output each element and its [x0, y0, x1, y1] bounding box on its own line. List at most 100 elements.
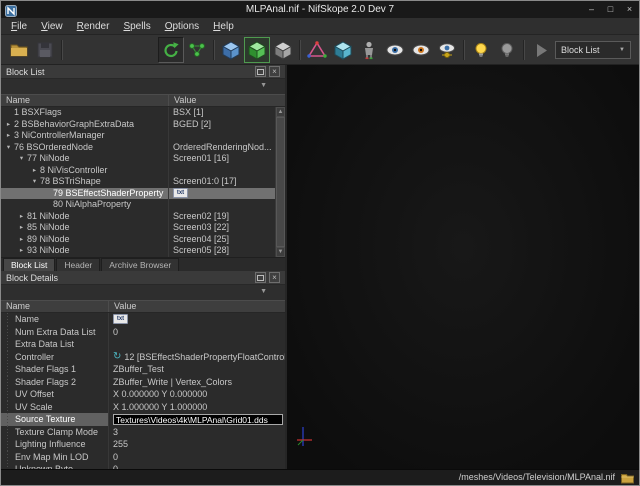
- detail-value-cell[interactable]: 0: [109, 326, 285, 339]
- block-list-row[interactable]: 80 NiAlphaProperty: [1, 199, 285, 211]
- detail-value-cell[interactable]: ZBuffer_Write | Vertex_Colors: [109, 376, 285, 389]
- 3d-viewport[interactable]: [287, 65, 639, 469]
- cube-green-view-icon[interactable]: [244, 37, 270, 63]
- detail-value-cell[interactable]: Textures\Videos\4k\MLPAnal\Grid01.dds: [109, 413, 285, 426]
- detail-name-cell[interactable]: Shader Flags 1: [1, 363, 109, 376]
- close-panel-icon[interactable]: ×: [269, 272, 280, 283]
- block-details-panel-header[interactable]: Block Details ×: [1, 271, 285, 285]
- detail-name-cell[interactable]: Extra Data List: [1, 338, 109, 351]
- detail-value-cell[interactable]: X 0.000000 Y 0.000000: [109, 388, 285, 401]
- detail-row[interactable]: Shader Flags 1ZBuffer_Test: [1, 363, 285, 376]
- play-animation-icon[interactable]: [528, 37, 554, 63]
- detail-name-cell[interactable]: UV Scale: [1, 401, 109, 414]
- column-header-value[interactable]: Value: [169, 95, 285, 106]
- scroll-down-icon[interactable]: ▼: [276, 247, 285, 257]
- detail-name-cell[interactable]: Controller: [1, 351, 109, 364]
- eye-settings-icon[interactable]: [434, 37, 460, 63]
- maximize-button[interactable]: □: [601, 2, 620, 17]
- detail-name-cell[interactable]: Name: [1, 313, 109, 326]
- block-list-row[interactable]: 79 BSEffectShaderPropertytxt: [1, 188, 285, 200]
- block-list-row[interactable]: 1 BSXFlagsBSX [1]: [1, 107, 285, 119]
- block-list-panel-header[interactable]: Block List ×: [1, 65, 285, 79]
- folder-icon[interactable]: [621, 472, 634, 486]
- detail-name-cell[interactable]: Num Extra Data List: [1, 326, 109, 339]
- menu-view[interactable]: View: [34, 20, 70, 33]
- block-list-row[interactable]: ▾77 NiNodeScreen01 [16]: [1, 153, 285, 165]
- chevron-down-icon[interactable]: ▼: [260, 288, 267, 296]
- block-list-row[interactable]: ▸93 NiNodeScreen05 [28]: [1, 245, 285, 257]
- detail-row[interactable]: Num Extra Data List0: [1, 326, 285, 339]
- menu-spells[interactable]: Spells: [116, 20, 157, 33]
- expand-arrow-icon[interactable]: ▸: [16, 245, 27, 257]
- detail-row[interactable]: UV OffsetX 0.000000 Y 0.000000: [1, 388, 285, 401]
- expand-arrow-icon[interactable]: ▸: [3, 119, 14, 131]
- eye-visibility-icon[interactable]: [382, 37, 408, 63]
- detail-row[interactable]: Nametxt: [1, 313, 285, 326]
- collapse-arrow-icon[interactable]: ▾: [16, 153, 27, 165]
- expand-arrow-icon[interactable]: ▸: [16, 222, 27, 234]
- cube-blue-view-icon[interactable]: [218, 37, 244, 63]
- tab-block-list[interactable]: Block List: [3, 258, 55, 271]
- detail-name-cell[interactable]: Source Texture: [1, 413, 109, 426]
- float-panel-icon[interactable]: [255, 66, 266, 77]
- detail-row[interactable]: Extra Data List: [1, 338, 285, 351]
- minimize-button[interactable]: –: [582, 2, 601, 17]
- value-edit-field[interactable]: Textures\Videos\4k\MLPAnal\Grid01.dds: [113, 414, 283, 425]
- detail-value-cell[interactable]: 3: [109, 426, 285, 439]
- menu-render[interactable]: Render: [70, 20, 117, 33]
- detail-value-cell[interactable]: 255: [109, 438, 285, 451]
- block-list-row[interactable]: ▸2 BSBehaviorGraphExtraDataBGED [2]: [1, 119, 285, 131]
- scrollbar-thumb[interactable]: [276, 117, 285, 247]
- light-on-icon[interactable]: [468, 37, 494, 63]
- eye-highlight-icon[interactable]: [408, 37, 434, 63]
- expand-arrow-icon[interactable]: ▸: [16, 211, 27, 223]
- detail-name-cell[interactable]: Texture Clamp Mode: [1, 426, 109, 439]
- block-list-row[interactable]: ▾76 BSOrderedNodeOrderedRenderingNod...: [1, 142, 285, 154]
- menu-help[interactable]: Help: [206, 20, 241, 33]
- detail-row[interactable]: Lighting Influence255: [1, 438, 285, 451]
- detail-value-cell[interactable]: X 1.000000 Y 1.000000: [109, 401, 285, 414]
- textures-cube-icon[interactable]: [330, 37, 356, 63]
- block-list-row[interactable]: ▸3 NiControllerManager: [1, 130, 285, 142]
- expand-arrow-icon[interactable]: ▸: [16, 234, 27, 246]
- column-header-value[interactable]: Value: [109, 301, 285, 312]
- block-list-combo[interactable]: Block List ▼: [555, 41, 631, 59]
- detail-row[interactable]: Controller↻12 [BSEffectShaderPropertyFlo…: [1, 351, 285, 364]
- skeleton-icon[interactable]: [356, 37, 382, 63]
- collapse-arrow-icon[interactable]: ▾: [3, 142, 14, 154]
- detail-name-cell[interactable]: Lighting Influence: [1, 438, 109, 451]
- block-details-columns[interactable]: Name Value: [1, 300, 285, 313]
- tab-archive-browser[interactable]: Archive Browser: [101, 258, 179, 271]
- detail-value-cell[interactable]: txt: [109, 313, 285, 326]
- reset-view-icon[interactable]: [158, 37, 184, 63]
- light-off-icon[interactable]: [494, 37, 520, 63]
- scroll-up-icon[interactable]: ▲: [276, 107, 285, 117]
- expand-arrow-icon[interactable]: ▸: [29, 165, 40, 177]
- detail-value-cell[interactable]: ZBuffer_Test: [109, 363, 285, 376]
- detail-row[interactable]: Source Texture Textures\Videos\4k\MLPAnal…: [1, 413, 285, 426]
- block-list-row[interactable]: ▸8 NiVisController: [1, 165, 285, 177]
- column-header-name[interactable]: Name: [1, 95, 169, 106]
- block-list-row[interactable]: ▸85 NiNodeScreen03 [22]: [1, 222, 285, 234]
- detail-name-cell[interactable]: Env Map Min LOD: [1, 451, 109, 464]
- open-file-icon[interactable]: [6, 37, 32, 63]
- detail-name-cell[interactable]: UV Offset: [1, 388, 109, 401]
- detail-value-cell[interactable]: [109, 338, 285, 351]
- block-list-row[interactable]: ▸89 NiNodeScreen04 [25]: [1, 234, 285, 246]
- detail-value-cell[interactable]: 0: [109, 451, 285, 464]
- menu-options[interactable]: Options: [158, 20, 206, 33]
- detail-name-cell[interactable]: Shader Flags 2: [1, 376, 109, 389]
- scene-graph-icon[interactable]: [184, 37, 210, 63]
- tab-header[interactable]: Header: [56, 258, 100, 271]
- block-list-scrollbar[interactable]: ▲ ▼: [275, 107, 285, 257]
- column-header-name[interactable]: Name: [1, 301, 109, 312]
- menu-file[interactable]: File: [4, 20, 34, 33]
- save-file-icon[interactable]: [32, 37, 58, 63]
- detail-row[interactable]: Shader Flags 2ZBuffer_Write | Vertex_Col…: [1, 376, 285, 389]
- expand-arrow-icon[interactable]: ▸: [3, 130, 14, 142]
- titlebar[interactable]: MLPAnal.nif - NifSkope 2.0 Dev 7 – □ ×: [1, 1, 639, 18]
- close-button[interactable]: ×: [620, 2, 639, 17]
- cube-gray-view-icon[interactable]: [270, 37, 296, 63]
- chevron-down-icon[interactable]: ▼: [260, 82, 267, 90]
- detail-row[interactable]: Texture Clamp Mode3: [1, 426, 285, 439]
